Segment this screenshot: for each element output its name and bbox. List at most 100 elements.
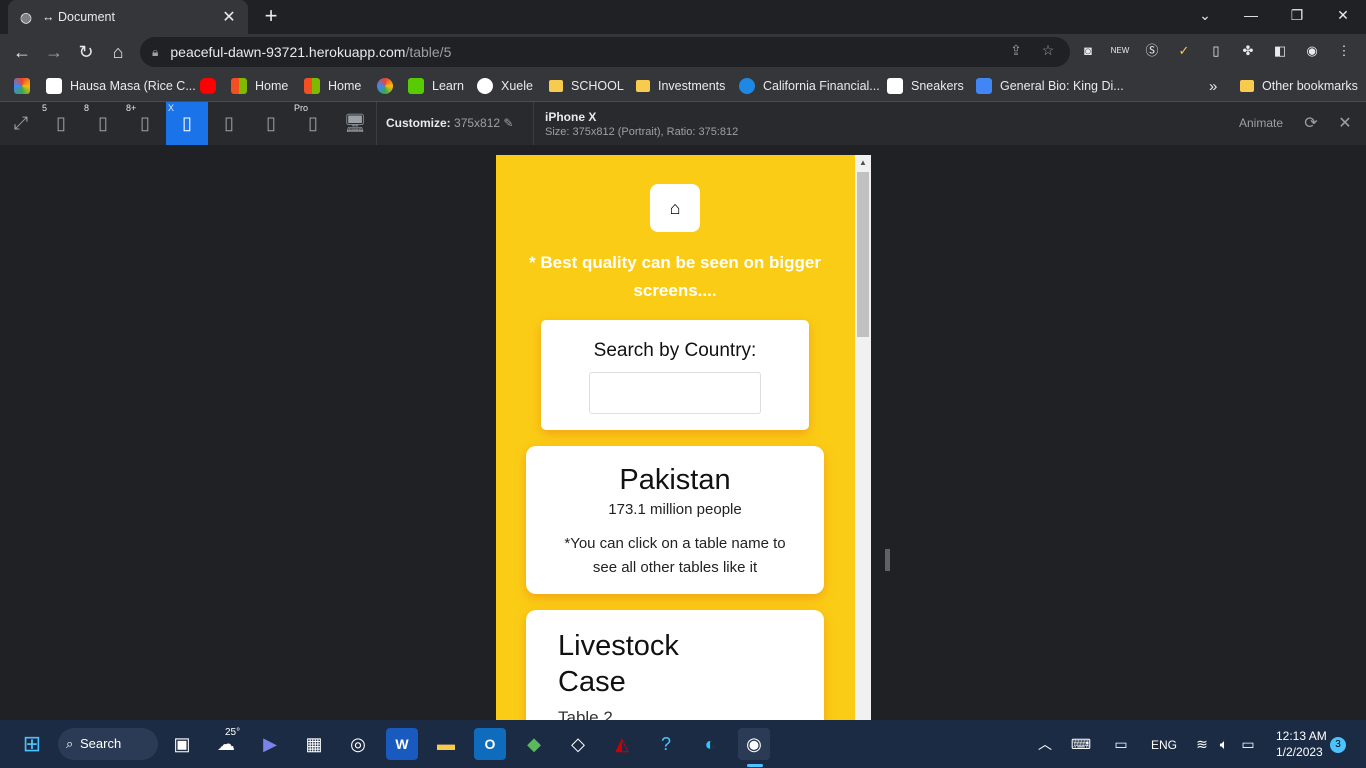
- home-button[interactable]: ⌂: [650, 184, 700, 232]
- device-tablet-large-button[interactable]: ▯: [250, 102, 292, 145]
- device-desktop-button[interactable]: 🖥︎: [334, 102, 376, 145]
- customize-control[interactable]: Customize: 375x812 ✎: [386, 116, 513, 130]
- edge-icon[interactable]: ◐: [694, 728, 726, 760]
- notification-badge[interactable]: 3: [1330, 737, 1346, 753]
- new-extension-icon[interactable]: NEW: [1109, 40, 1131, 62]
- show-hidden-icons-icon[interactable]: ︿: [1029, 728, 1061, 760]
- side-panel-icon[interactable]: ◧: [1269, 40, 1291, 62]
- device-toolbar: ⤢ 5 ▯ 8 ▯ 8+ ▯ X ▯ ▯ ▯ Pro ▯ 🖥︎ Customize: 37…: [0, 102, 1366, 145]
- bookmark-item[interactable]: Home: [231, 76, 288, 96]
- page-scrollbar[interactable]: ▲: [855, 155, 871, 720]
- share-icon[interactable]: ⇪: [1006, 40, 1026, 60]
- animate-toggle[interactable]: Animate: [1239, 116, 1283, 130]
- help-icon[interactable]: ?: [650, 728, 682, 760]
- battery-icon[interactable]: ▭: [1232, 728, 1264, 760]
- fullscreen-icon[interactable]: ⤢: [0, 102, 42, 145]
- bookmark-star-icon[interactable]: ☆: [1038, 40, 1058, 60]
- address-bar[interactable]: 🔒︎ peaceful-dawn-93721.herokuapp.com/tab…: [140, 37, 1070, 67]
- bookmark-item[interactable]: California Financial...: [739, 76, 880, 96]
- bookmark-folder[interactable]: Investments: [636, 76, 725, 96]
- new-tab-button[interactable]: +: [258, 4, 284, 30]
- task-view-icon[interactable]: ▣: [166, 728, 198, 760]
- close-device-icon[interactable]: ✕: [1324, 102, 1366, 145]
- device-iphonex-button[interactable]: X ▯: [166, 102, 208, 145]
- maximize-button[interactable]: ❐: [1274, 0, 1320, 30]
- bookmark-youtube-icon[interactable]: [200, 76, 224, 96]
- minecraft-icon[interactable]: ◆: [518, 728, 550, 760]
- table-name-link[interactable]: Livestock Case: [558, 628, 708, 700]
- display-icon[interactable]: ▭: [1105, 728, 1137, 760]
- word-icon[interactable]: W: [386, 728, 418, 760]
- bookmark-item[interactable]: Sneakers: [887, 76, 964, 96]
- scroll-thumb[interactable]: [857, 172, 869, 337]
- table-card[interactable]: Livestock Case Table 2: [526, 610, 824, 720]
- s-extension-icon[interactable]: Ⓢ: [1141, 40, 1163, 62]
- tab-strip: ◍ ↔ Document ✕ + ⌄ — ❐ ✕: [0, 0, 1366, 34]
- minimize-button[interactable]: —: [1228, 0, 1274, 30]
- close-window-button[interactable]: ✕: [1320, 0, 1366, 30]
- bookmark-folder[interactable]: SCHOOL: [549, 76, 624, 96]
- tab-close-icon[interactable]: ✕: [220, 7, 238, 27]
- bookmark-label: Learn: [432, 79, 464, 93]
- bookmark-label: California Financial...: [763, 79, 880, 93]
- device-iphone5-button[interactable]: 5 ▯: [40, 102, 82, 145]
- bookmark-pinwheel-icon[interactable]: [377, 76, 401, 96]
- tab-document[interactable]: ◍ ↔ Document ✕: [8, 0, 248, 34]
- device-iphone8-button[interactable]: 8 ▯: [82, 102, 124, 145]
- tab-search-icon[interactable]: ⌄: [1182, 0, 1228, 30]
- folder-icon: [549, 80, 563, 92]
- home-icon[interactable]: ⌂: [104, 38, 132, 66]
- device-name: iPhone X: [545, 110, 597, 124]
- other-bookmarks[interactable]: Other bookmarks: [1240, 76, 1358, 96]
- lock-icon[interactable]: 🔒︎: [152, 45, 158, 60]
- bookmark-item[interactable]: Home: [304, 76, 361, 96]
- country-search-input[interactable]: [589, 372, 761, 414]
- keyboard-icon[interactable]: ⌨: [1065, 728, 1097, 760]
- folder-icon: [1240, 80, 1254, 92]
- device-ipad-pro-button[interactable]: Pro ▯: [292, 102, 334, 145]
- bookmarks-overflow-icon[interactable]: »: [1209, 76, 1217, 96]
- reload-icon[interactable]: ↻: [72, 38, 100, 66]
- chrome-icon[interactable]: ◉: [738, 728, 770, 760]
- bookmark-label: Sneakers: [911, 79, 964, 93]
- microsoft-store-icon[interactable]: ▦: [298, 728, 330, 760]
- mcafee-icon[interactable]: ◭: [606, 728, 638, 760]
- bookmark-item[interactable]: Xuele: [477, 76, 533, 96]
- clock-time[interactable]: 12:13 AM: [1276, 729, 1327, 743]
- table-subtitle: Table 2: [558, 708, 613, 720]
- bookmark-item[interactable]: General Bio: King Di...: [976, 76, 1124, 96]
- language-indicator[interactable]: ENG: [1151, 738, 1177, 752]
- bookmark-label: SCHOOL: [571, 79, 624, 93]
- edit-pencil-icon[interactable]: ✎: [503, 116, 513, 130]
- app-icon[interactable]: ◎: [342, 728, 374, 760]
- bookmark-item[interactable]: Learn: [408, 76, 464, 96]
- active-app-indicator: [747, 764, 763, 767]
- check-extension-icon[interactable]: ✓: [1173, 40, 1195, 62]
- population-text: 173.1 million people: [608, 501, 742, 518]
- unity-icon[interactable]: ◇: [562, 728, 594, 760]
- extensions-puzzle-icon[interactable]: ✤: [1237, 40, 1259, 62]
- forward-icon[interactable]: →: [40, 38, 68, 66]
- menu-icon[interactable]: ⋮: [1333, 40, 1355, 62]
- outlook-icon[interactable]: O: [474, 728, 506, 760]
- resize-handle[interactable]: [885, 549, 890, 571]
- teams-chat-icon[interactable]: ▶: [254, 728, 286, 760]
- bookmark-label: General Bio: King Di...: [1000, 79, 1124, 93]
- country-name: Pakistan: [619, 464, 731, 496]
- taskbar-search[interactable]: ⌕ Search: [58, 728, 158, 760]
- clock-date[interactable]: 1/2/2023: [1276, 745, 1323, 759]
- profile-avatar[interactable]: ◉: [1301, 40, 1323, 62]
- windows-start-icon[interactable]: ⊞: [16, 728, 48, 760]
- scroll-up-arrow-icon[interactable]: ▲: [855, 155, 871, 171]
- other-bookmarks-label: Other bookmarks: [1262, 79, 1358, 93]
- windows-taskbar: ⊞ ⌕ Search ▣ ☁ 25° ▶ ▦ ◎ W ▬ O ◆ ◇ ◭ ? ◐ …: [0, 720, 1366, 768]
- bookmark-item[interactable]: Hausa Masa (Rice C...: [46, 76, 196, 96]
- camera-extension-icon[interactable]: ◙: [1077, 40, 1099, 62]
- back-icon[interactable]: ←: [8, 38, 36, 66]
- device-tablet-button[interactable]: ▯: [208, 102, 250, 145]
- customize-value: 375x812: [454, 116, 501, 130]
- device-iphone8plus-button[interactable]: 8+ ▯: [124, 102, 166, 145]
- bookmark-pinwheel-icon[interactable]: [14, 76, 38, 96]
- device-extension-icon[interactable]: ▯: [1205, 40, 1227, 62]
- file-explorer-icon[interactable]: ▬: [430, 728, 462, 760]
